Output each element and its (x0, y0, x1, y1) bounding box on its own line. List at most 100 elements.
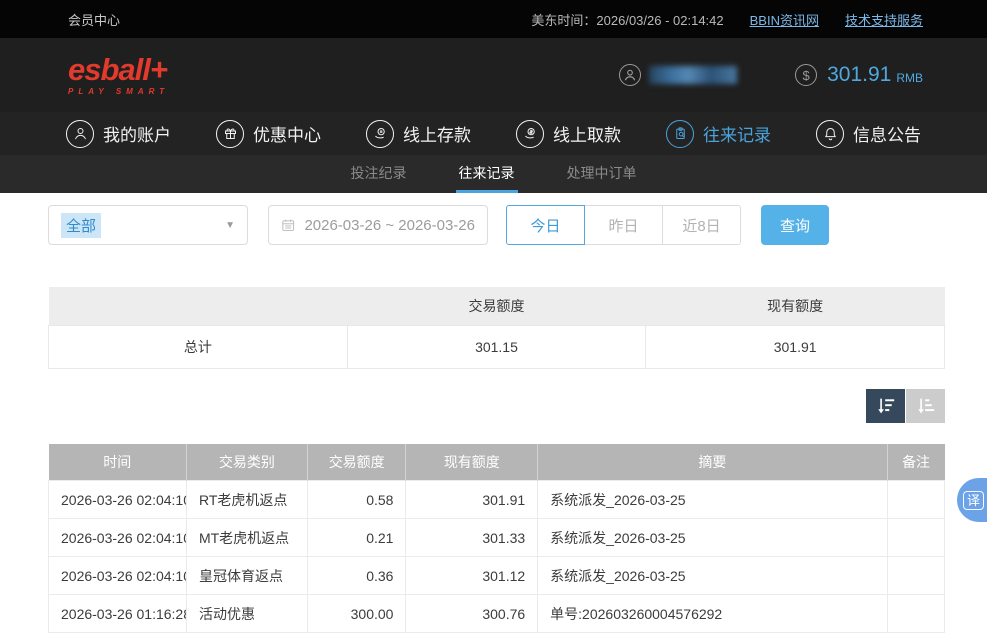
brand-header: esball+ PLAY SMART $ 301.91 RMB (0, 38, 987, 112)
sort-ascending-icon (916, 397, 936, 415)
nav-my-account[interactable]: 我的账户 (66, 120, 171, 148)
nav-online-withdrawal[interactable]: 线上取款 (516, 120, 621, 148)
category-selected-value: 全部 (61, 213, 101, 238)
cell-amount: 300.00 (307, 595, 406, 633)
records-icon (666, 120, 694, 148)
balance-group[interactable]: $ 301.91 RMB (795, 63, 923, 87)
esball-logo[interactable]: esball+ PLAY SMART (68, 55, 169, 96)
category-select[interactable]: 全部 ▼ (48, 205, 248, 245)
quick-last8days-button[interactable]: 近8日 (662, 205, 741, 245)
quick-date-group: 今日 昨日 近8日 (506, 205, 741, 245)
nav-label: 线上存款 (403, 121, 471, 146)
records-header-row: 时间 交易类别 交易额度 现有额度 摘要 备注 (49, 444, 945, 481)
table-row: 2026-03-26 02:04:10 RT老虎机返点 0.58 301.91 … (49, 481, 945, 519)
main-nav: 我的账户 优惠中心 线上存款 线上取款 往来记录 信息公告 (0, 112, 987, 155)
search-button[interactable]: 查询 (761, 205, 829, 245)
cell-remarks (887, 481, 944, 519)
summary-total-row: 总计 301.15 301.91 (49, 325, 945, 368)
member-center-label[interactable]: 会员中心 (68, 10, 120, 29)
cell-remarks (887, 519, 944, 557)
header-time: 时间 (49, 444, 187, 481)
filter-row: 全部 ▼ 2026-03-26 ~ 2026-03-26 今日 昨日 近8日 查… (48, 205, 945, 245)
calendar-icon (281, 217, 295, 233)
header-current-balance: 现有额度 (406, 444, 538, 481)
sort-ascending-button[interactable] (906, 389, 945, 423)
nav-label: 往来记录 (703, 121, 771, 146)
cell-type: 皇冠体育返点 (186, 557, 307, 595)
cell-remarks (887, 595, 944, 633)
tab-betting-records[interactable]: 投注纪录 (348, 155, 410, 193)
gift-icon (216, 120, 244, 148)
header-summary: 摘要 (538, 444, 887, 481)
summary-header-current-balance: 现有额度 (646, 287, 945, 325)
chevron-down-icon: ▼ (225, 220, 235, 231)
cell-time: 2026-03-26 02:04:10 (49, 519, 187, 557)
nav-label: 信息公告 (853, 121, 921, 146)
coin-dollar-icon: $ (795, 64, 817, 86)
summary-transaction-amount: 301.15 (347, 325, 646, 368)
cell-type: MT老虎机返点 (186, 519, 307, 557)
cell-remarks (887, 557, 944, 595)
username-redacted[interactable] (649, 66, 737, 84)
cell-balance: 301.91 (406, 481, 538, 519)
balance-amount: 301.91 (827, 63, 891, 87)
logo-tagline: PLAY SMART (68, 87, 169, 96)
summary-table: 交易额度 现有额度 总计 301.15 301.91 (48, 287, 945, 369)
summary-current-balance: 301.91 (646, 325, 945, 368)
cell-time: 2026-03-26 02:04:10 (49, 557, 187, 595)
us-eastern-time: 美东时间：2026/03/26 - 02:14:42 (531, 10, 723, 29)
summary-total-label: 总计 (49, 325, 348, 368)
summary-header-empty (49, 287, 348, 325)
sort-descending-button[interactable] (866, 389, 905, 423)
table-row: 2026-03-26 02:04:10 MT老虎机返点 0.21 301.33 … (49, 519, 945, 557)
summary-header-row: 交易额度 现有额度 (49, 287, 945, 325)
records-table: 时间 交易类别 交易额度 现有额度 摘要 备注 2026-03-26 02:04… (48, 444, 945, 634)
cell-amount: 0.36 (307, 557, 406, 595)
sub-nav: 投注纪录 往来记录 处理中订单 (0, 155, 987, 193)
cell-amount: 0.58 (307, 481, 406, 519)
sort-descending-icon (876, 397, 896, 415)
nav-promotions[interactable]: 优惠中心 (216, 120, 321, 148)
cell-balance: 301.12 (406, 557, 538, 595)
balance-currency: RMB (896, 66, 923, 85)
nav-label: 线上取款 (553, 121, 621, 146)
bell-icon (816, 120, 844, 148)
translate-glyph: 译 (963, 491, 984, 510)
summary-header-transaction-amount: 交易额度 (347, 287, 646, 325)
avatar-icon[interactable] (619, 64, 641, 86)
cell-summary: 系统派发_2026-03-25 (538, 481, 887, 519)
cell-summary: 系统派发_2026-03-25 (538, 557, 887, 595)
top-bar: 会员中心 美东时间：2026/03/26 - 02:14:42 BBIN资讯网 … (0, 0, 987, 38)
cell-balance: 300.76 (406, 595, 538, 633)
nav-transaction-records[interactable]: 往来记录 (666, 120, 771, 148)
cell-amount: 0.21 (307, 519, 406, 557)
nav-announcements[interactable]: 信息公告 (816, 120, 921, 148)
table-row: 2026-03-26 01:16:28 活动优惠 300.00 300.76 单… (49, 595, 945, 633)
cell-time: 2026-03-26 01:16:28 (49, 595, 187, 633)
link-tech-support[interactable]: 技术支持服务 (845, 10, 923, 29)
nav-label: 优惠中心 (253, 121, 321, 146)
header-transaction-type: 交易类别 (186, 444, 307, 481)
cell-summary: 系统派发_2026-03-25 (538, 519, 887, 557)
quick-yesterday-button[interactable]: 昨日 (584, 205, 663, 245)
link-bbin-news[interactable]: BBIN资讯网 (750, 10, 819, 29)
sort-controls (48, 389, 945, 423)
cell-type: 活动优惠 (186, 595, 307, 633)
cell-type: RT老虎机返点 (186, 481, 307, 519)
cell-balance: 301.33 (406, 519, 538, 557)
cell-time: 2026-03-26 02:04:10 (49, 481, 187, 519)
nav-online-deposit[interactable]: 线上存款 (366, 120, 471, 148)
logo-text: esball+ (68, 55, 169, 85)
date-range-input[interactable]: 2026-03-26 ~ 2026-03-26 (268, 205, 488, 245)
date-range-value: 2026-03-26 ~ 2026-03-26 (304, 217, 475, 234)
nav-label: 我的账户 (103, 121, 171, 146)
tab-transaction-records[interactable]: 往来记录 (456, 155, 518, 193)
tab-processing-orders[interactable]: 处理中订单 (564, 155, 640, 193)
header-remarks: 备注 (887, 444, 944, 481)
header-transaction-amount: 交易额度 (307, 444, 406, 481)
deposit-icon (366, 120, 394, 148)
withdraw-icon (516, 120, 544, 148)
user-icon (66, 120, 94, 148)
quick-today-button[interactable]: 今日 (506, 205, 585, 245)
table-row: 2026-03-26 02:04:10 皇冠体育返点 0.36 301.12 系… (49, 557, 945, 595)
